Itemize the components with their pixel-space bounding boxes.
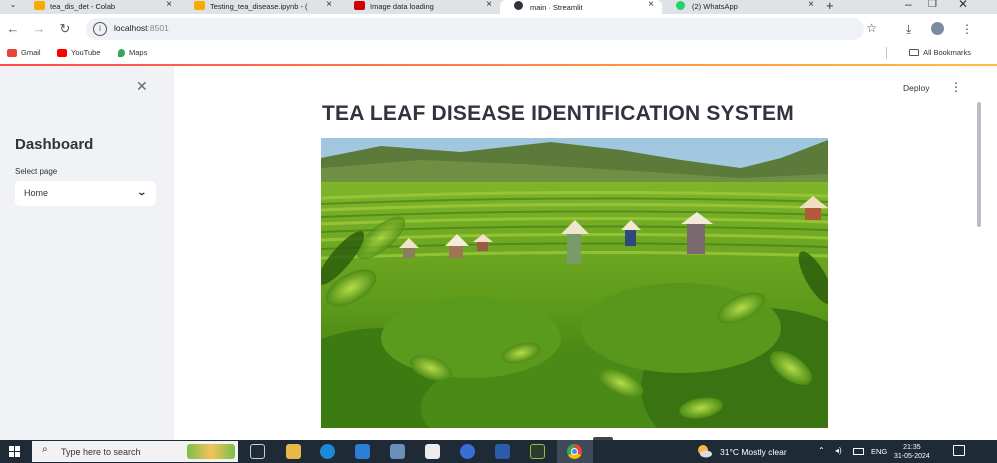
bookmark-label: Maps (129, 48, 148, 57)
tab-image-data-loading[interactable]: Image data loading × (340, 0, 500, 12)
back-arrow-icon[interactable]: ← (5, 21, 21, 36)
weather-moon-icon[interactable] (696, 444, 712, 458)
mail-icon[interactable] (355, 444, 370, 459)
new-tab-plus-icon[interactable]: + (826, 0, 834, 13)
sidebar-close-icon[interactable]: ✕ (136, 78, 148, 95)
tab-title: Testing_tea_disease.ipynb - ( (210, 1, 308, 11)
tab-search-chevron-icon[interactable]: ⌄ (6, 0, 20, 11)
whatsapp-icon (676, 1, 685, 10)
close-icon[interactable]: × (648, 0, 654, 10)
search-highlight-icon (187, 444, 235, 459)
search-icon: ⌕ (42, 444, 48, 455)
bookmark-star-icon[interactable]: ☆ (866, 21, 877, 35)
app-icon[interactable] (390, 444, 405, 459)
page-scrollbar[interactable] (977, 102, 981, 227)
keras-icon (354, 1, 365, 10)
close-icon[interactable]: × (166, 0, 172, 10)
bookmark-label: Gmail (21, 48, 41, 57)
site-info-icon[interactable]: i (93, 22, 107, 36)
tab-title: main · Streamlit (530, 2, 583, 12)
browser-tab-strip: ⌄ tea_dis_det - Colab × Testing_tea_dise… (0, 0, 997, 14)
sidebar: ✕ Dashboard Select page Home ⌄ (0, 66, 174, 440)
browser-toolbar: ← → ↻ i localhost:8501 ☆ ⤓ ⋮ (0, 14, 997, 44)
tab-title: (2) WhatsApp (692, 1, 738, 11)
tab-whatsapp[interactable]: (2) WhatsApp × (662, 0, 822, 12)
chrome-icon-center (571, 448, 578, 455)
terminal-icon[interactable] (530, 444, 545, 459)
tab-title: Image data loading (370, 1, 434, 11)
tray-chevron-up-icon[interactable]: ⌃ (818, 446, 825, 455)
all-bookmarks-button[interactable]: All Bookmarks (909, 48, 971, 57)
close-icon[interactable]: × (486, 0, 492, 10)
search-placeholder: Type here to search (61, 447, 141, 457)
url-text: localhost:8501 (114, 23, 169, 33)
tab-colab-2[interactable]: Testing_tea_disease.ipynb - ( × (180, 0, 340, 12)
select-page-label: Select page (15, 167, 58, 176)
notification-center-icon[interactable] (953, 445, 965, 456)
clock-date: 31-05-2024 (894, 453, 930, 460)
deploy-button[interactable]: Deploy (903, 83, 929, 93)
streamlit-icon (514, 1, 523, 10)
weather-text[interactable]: 31°C Mostly clear (720, 447, 787, 457)
tea-plantation-image (321, 138, 828, 428)
chevron-down-icon: ⌄ (136, 187, 148, 197)
maps-icon (118, 48, 125, 57)
store-icon[interactable] (460, 444, 475, 459)
powerpoint-icon[interactable] (495, 444, 510, 459)
taskbar-search-box[interactable]: ⌕ Type here to search (32, 441, 238, 462)
profile-avatar-icon[interactable] (931, 22, 944, 35)
language-indicator[interactable]: ENG (871, 447, 887, 456)
calendar-icon[interactable] (425, 444, 440, 459)
bookmarks-bar: Gmail YouTube Maps All Bookmarks (0, 44, 997, 64)
taskbar-clock[interactable]: 21:35 31-05-2024 (894, 443, 930, 461)
battery-icon[interactable] (853, 448, 864, 455)
tab-title: tea_dis_det - Colab (50, 1, 116, 11)
bookmark-gmail[interactable]: Gmail (7, 48, 41, 57)
sidebar-title: Dashboard (15, 136, 94, 153)
bookmark-label: YouTube (71, 48, 101, 57)
folder-icon (909, 49, 920, 56)
page-title: TEA LEAF DISEASE IDENTIFICATION SYSTEM (322, 102, 794, 125)
file-explorer-icon[interactable] (286, 444, 301, 459)
minimize-icon[interactable]: – (905, 0, 912, 11)
close-icon[interactable]: × (326, 0, 332, 10)
task-view-icon[interactable] (250, 444, 265, 459)
page-select-value: Home (24, 188, 49, 198)
address-bar[interactable]: i localhost:8501 ☆ (86, 18, 877, 40)
tab-streamlit[interactable]: main · Streamlit × (500, 0, 662, 14)
colab-icon (194, 1, 205, 10)
windows-start-icon[interactable] (9, 446, 21, 458)
bookmark-maps[interactable]: Maps (118, 48, 147, 57)
main-content: Deploy ⋮ TEA LEAF DISEASE IDENTIFICATION… (174, 66, 997, 441)
reload-icon[interactable]: ↻ (57, 21, 73, 37)
speaker-icon[interactable]: ◂) (835, 446, 842, 455)
bookmarks-divider (886, 47, 887, 59)
all-bookmarks-label: All Bookmarks (923, 48, 971, 57)
gmail-icon (7, 48, 17, 57)
main-menu-icon[interactable]: ⋮ (950, 80, 962, 94)
forward-arrow-icon[interactable]: → (31, 21, 47, 36)
restore-icon[interactable]: ❐ (928, 0, 937, 10)
bookmark-youtube[interactable]: YouTube (57, 48, 100, 57)
close-icon[interactable]: × (808, 0, 814, 10)
colab-icon (34, 1, 45, 10)
tab-colab-1[interactable]: tea_dis_det - Colab × (20, 0, 180, 12)
window-close-icon[interactable]: ✕ (958, 0, 968, 11)
clock-time: 21:35 (903, 444, 921, 451)
browser-menu-icon[interactable]: ⋮ (961, 22, 973, 36)
edge-icon[interactable] (320, 444, 335, 459)
chrome-taskbar-active[interactable] (557, 440, 593, 463)
download-icon[interactable]: ⤓ (906, 22, 911, 37)
windows-taskbar: ⌕ Type here to search 31°C Mostly clear … (0, 440, 997, 463)
youtube-icon (57, 48, 67, 57)
page-select[interactable]: Home ⌄ (15, 181, 156, 206)
